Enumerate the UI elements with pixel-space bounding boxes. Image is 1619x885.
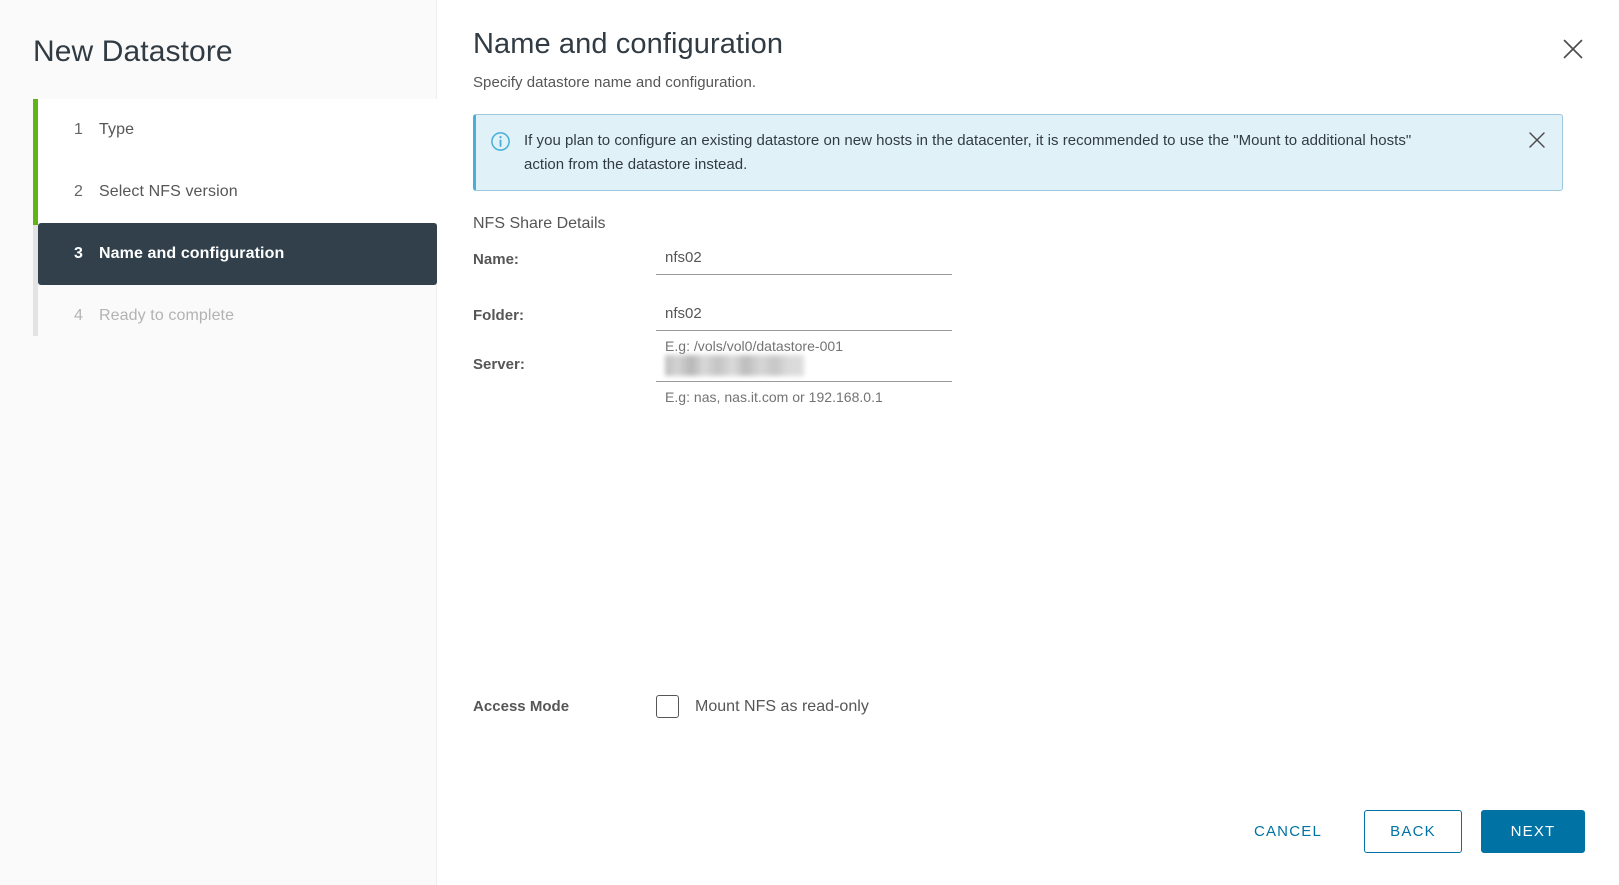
wizard-sidebar: New Datastore 1 Type 2 Select NFS versio…: [0, 0, 437, 885]
next-button[interactable]: Next: [1481, 810, 1585, 853]
server-input[interactable]: [656, 352, 952, 382]
server-field-row: Server: E.g: nas, nas.it.com or 192.168.…: [473, 352, 1619, 405]
info-alert: If you plan to configure an existing dat…: [473, 114, 1563, 191]
server-field-col: E.g: nas, nas.it.com or 192.168.0.1: [656, 352, 956, 405]
step-number: 4: [74, 307, 83, 324]
sidebar-step-select-nfs-version[interactable]: 2 Select NFS version: [38, 161, 437, 223]
cancel-button[interactable]: Cancel: [1232, 810, 1344, 853]
wizard-title: New Datastore: [33, 35, 233, 68]
back-button[interactable]: Back: [1364, 810, 1462, 853]
sidebar-step-ready-to-complete: 4 Ready to complete: [38, 285, 437, 347]
step-number: 3: [74, 245, 83, 262]
redacted-server-value: [665, 354, 804, 376]
server-hint: E.g: nas, nas.it.com or 192.168.0.1: [665, 388, 883, 405]
name-field-col: [656, 244, 956, 275]
name-input[interactable]: [656, 244, 952, 275]
access-mode-label: Access Mode: [473, 698, 570, 715]
sidebar-step-type[interactable]: 1 Type: [38, 99, 437, 161]
page-subtitle: Specify datastore name and configuration…: [473, 74, 757, 92]
step-label: Type: [99, 121, 135, 138]
step-label: Ready to complete: [99, 307, 235, 324]
mount-nfs-read-only-checkbox[interactable]: [656, 695, 679, 718]
wizard-main-pane: Name and configuration Specify datastore…: [437, 0, 1619, 885]
access-mode-row: Access Mode Mount NFS as read-only: [473, 695, 869, 718]
new-datastore-wizard: New Datastore 1 Type 2 Select NFS versio…: [0, 0, 1619, 885]
nfs-share-details-form: Name: Folder: E.g: /vols/vol0/datastore-…: [473, 244, 1619, 405]
step-label: Select NFS version: [99, 183, 238, 200]
step-label: Name and configuration: [99, 245, 285, 262]
info-alert-text: If you plan to configure an existing dat…: [524, 132, 1412, 173]
sidebar-step-name-and-configuration[interactable]: 3 Name and configuration: [38, 223, 437, 285]
page-header: Name and configuration Specify datastore…: [437, 0, 1619, 91]
step-number: 1: [74, 121, 83, 138]
folder-field-row: Folder: E.g: /vols/vol0/datastore-001: [473, 300, 1619, 354]
dismiss-alert-button[interactable]: [1524, 127, 1550, 153]
close-wizard-button[interactable]: [1554, 30, 1592, 68]
nfs-share-details-heading: NFS Share Details: [473, 214, 606, 232]
server-field-label: Server:: [473, 355, 525, 373]
form-spacer: [473, 275, 1619, 301]
name-field-label: Name:: [473, 250, 519, 268]
close-icon: [1563, 39, 1583, 59]
page-title: Name and configuration: [473, 28, 784, 60]
info-circle-icon: [490, 131, 512, 157]
wizard-footer: Cancel Back Next: [1232, 810, 1585, 853]
name-field-row: Name:: [473, 244, 1619, 275]
folder-input[interactable]: [656, 300, 952, 331]
wizard-steps: 1 Type 2 Select NFS version 3 Name and c…: [0, 99, 437, 347]
step-number: 2: [74, 183, 83, 200]
folder-field-label: Folder:: [473, 306, 524, 324]
folder-field-col: E.g: /vols/vol0/datastore-001: [656, 300, 956, 354]
mount-nfs-read-only-label[interactable]: Mount NFS as read-only: [695, 698, 869, 716]
close-icon: [1529, 132, 1545, 149]
